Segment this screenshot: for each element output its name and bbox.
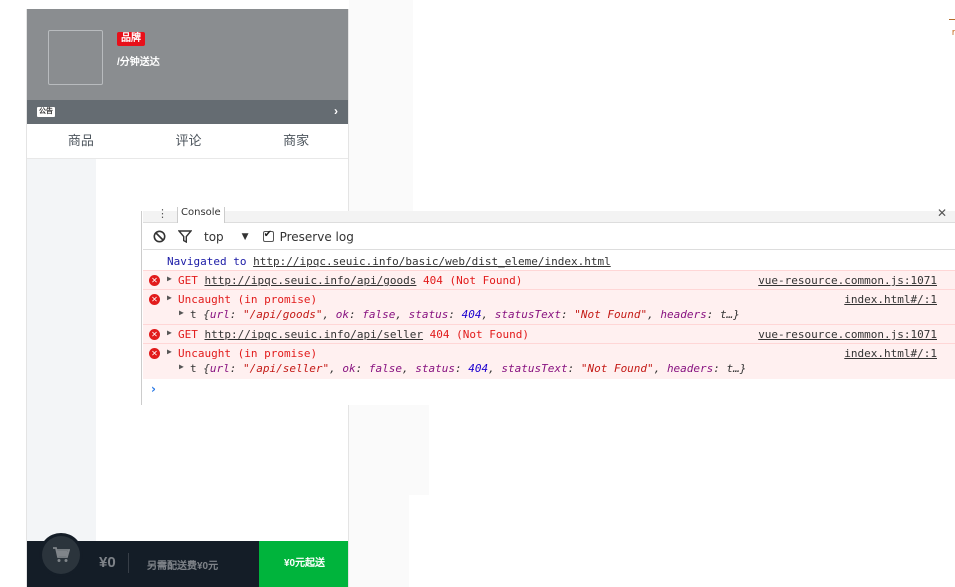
console-toolbar: top ▼ Preserve log [143, 224, 955, 250]
console-prompt[interactable]: › [151, 382, 156, 396]
chevron-right-icon[interactable]: › [334, 104, 338, 118]
clear-console-icon[interactable] [153, 230, 166, 243]
more-tabs-icon[interactable]: ⋮ [157, 207, 168, 220]
navigation-text: Navigated to http://ipqc.seuic.info/basi… [167, 255, 611, 268]
seller-header: 品牌 /分钟送达 [27, 9, 348, 100]
preserve-log-label: Preserve log [279, 229, 354, 244]
request-status: 404 (Not Found) [416, 274, 523, 287]
console-error-uncaught-goods: ✕ ▶ Uncaught (in promise) index.html#/:1… [143, 289, 955, 324]
source-link[interactable]: vue-resource.common.js:1071 [758, 328, 937, 341]
expand-triangle-icon[interactable]: ▶ [167, 274, 172, 283]
request-method: GET [178, 328, 205, 341]
background-strip [349, 495, 409, 587]
tab-seller[interactable]: 商家 [242, 124, 348, 158]
expand-object-triangle-icon[interactable]: ▶ [179, 362, 184, 371]
tab-bar: 商品 评论 商家 [27, 124, 348, 159]
error-text: Uncaught (in promise) [178, 347, 318, 360]
console-gutter [107, 211, 142, 405]
source-link[interactable]: index.html#/:1 [844, 293, 937, 306]
request-url-link[interactable]: http://ipqc.seuic.info/api/goods [205, 274, 417, 287]
console-message-navigation: Navigated to http://ipqc.seuic.info/basi… [143, 254, 955, 271]
tab-goods[interactable]: 商品 [27, 124, 135, 158]
request-url-link[interactable]: http://ipqc.seuic.info/api/seller [205, 328, 424, 341]
delivery-time-text: /分钟送达 [117, 57, 160, 68]
request-method: GET [178, 274, 205, 287]
bulletin-bar[interactable]: 公告 › [27, 100, 348, 124]
expand-triangle-icon[interactable]: ▶ [167, 293, 172, 302]
tab-ratings[interactable]: 评论 [135, 124, 243, 158]
nav-url-link[interactable]: http://ipqc.seuic.info/basic/web/dist_el… [253, 255, 611, 268]
error-object-preview[interactable]: t {url: "/api/goods", ok: false, status:… [190, 308, 740, 321]
source-link[interactable]: vue-resource.common.js:1071 [758, 274, 937, 287]
checkout-button[interactable]: ¥0元起送 [259, 541, 348, 587]
cart-button[interactable] [39, 533, 83, 577]
error-icon: ✕ [149, 348, 160, 359]
brand-badge: 品牌 [117, 32, 145, 46]
devtools-tab-strip: ⋮ Console ✕ [143, 206, 955, 223]
console-error-goods-404: ✕ ▶ GET http://ipqc.seuic.info/api/goods… [143, 270, 955, 289]
menu-sidebar [27, 159, 96, 541]
console-error-seller-404: ✕ ▶ GET http://ipqc.seuic.info/api/selle… [143, 324, 955, 343]
seller-avatar [48, 30, 103, 85]
error-object-preview[interactable]: t {url: "/api/seller", ok: false, status… [190, 362, 746, 375]
error-text: Uncaught (in promise) [178, 293, 318, 306]
dropdown-arrow-icon[interactable]: ▼ [242, 232, 249, 242]
error-icon: ✕ [149, 329, 160, 340]
expand-triangle-icon[interactable]: ▶ [167, 347, 172, 356]
background-strip [349, 0, 413, 211]
preserve-log-checkbox[interactable] [262, 229, 274, 242]
stray-mark [949, 19, 955, 20]
context-selector[interactable]: top [204, 230, 224, 244]
error-icon: ✕ [149, 294, 160, 305]
nav-prefix: Navigated to [167, 255, 254, 268]
expand-triangle-icon[interactable]: ▶ [167, 328, 172, 337]
cart-icon-circle [42, 536, 80, 574]
cart-total-price: ¥0 [99, 553, 129, 573]
expand-object-triangle-icon[interactable]: ▶ [179, 308, 184, 317]
cart-icon [53, 547, 70, 562]
close-icon[interactable]: ✕ [937, 206, 947, 220]
request-status: 404 (Not Found) [423, 328, 530, 341]
filter-icon[interactable] [178, 230, 192, 243]
bulletin-tag: 公告 [37, 107, 55, 117]
source-link[interactable]: index.html#/:1 [844, 347, 937, 360]
devtools-console-panel: ⋮ Console ✕ top ▼ Preserve log Navigated… [107, 206, 955, 405]
shopcart-bar: ¥0 另需配送费¥0元 ¥0元起送 [27, 533, 348, 587]
error-icon: ✕ [149, 275, 160, 286]
stray-text: r [951, 28, 955, 38]
background-strip [349, 405, 429, 495]
delivery-fee-text: 另需配送费¥0元 [147, 561, 219, 572]
tab-console[interactable]: Console [177, 207, 225, 223]
console-error-uncaught-seller: ✕ ▶ Uncaught (in promise) index.html#/:1… [143, 343, 955, 379]
